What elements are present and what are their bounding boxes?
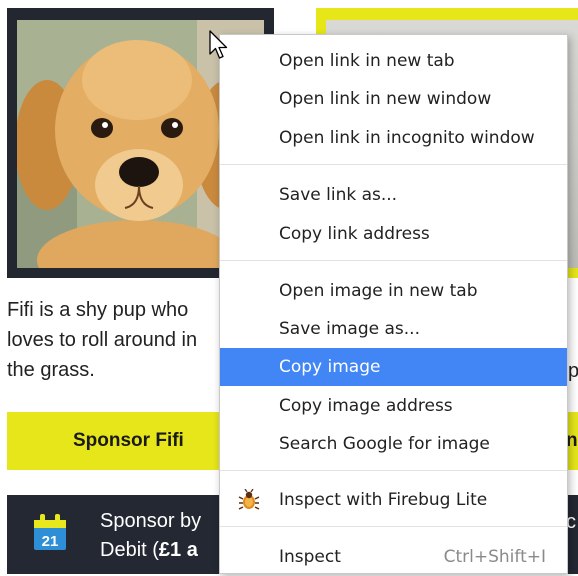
menu-item-label: Inspect: [279, 547, 341, 567]
menu-item-label: Open link in incognito window: [279, 128, 535, 148]
direct-debit-line-2-text: Debit (: [100, 539, 159, 561]
pet-description: Fifi is a shy pup who loves to roll arou…: [7, 299, 198, 381]
menu-search-google-image[interactable]: Search Google for image: [220, 425, 567, 463]
menu-open-link-new-window[interactable]: Open link in new window: [220, 80, 567, 118]
menu-item-label: Open link in new window: [279, 89, 492, 109]
menu-item-label: Search Google for image: [279, 434, 490, 454]
menu-item-label: Save link as...: [279, 185, 398, 205]
direct-debit-line-2: Debit (£1 a: [100, 536, 201, 565]
menu-inspect-firebug[interactable]: Inspect with Firebug Lite: [220, 481, 567, 519]
menu-copy-link-address[interactable]: Copy link address: [220, 215, 567, 253]
menu-shortcut: Ctrl+Shift+I: [443, 547, 546, 567]
menu-item-label: Open link in new tab: [279, 51, 455, 71]
menu-save-image-as[interactable]: Save image as...: [220, 310, 567, 348]
menu-item-label: Copy link address: [279, 224, 430, 244]
menu-save-link-as[interactable]: Save link as...: [220, 176, 567, 214]
menu-open-image-new-tab[interactable]: Open image in new tab: [220, 272, 567, 310]
menu-item-label: Save image as...: [279, 319, 420, 339]
pet-description-2: p: [568, 360, 578, 382]
menu-copy-image[interactable]: Copy image: [220, 348, 567, 386]
calendar-icon: 21: [33, 513, 67, 551]
menu-inspect[interactable]: Inspect Ctrl+Shift+I: [220, 538, 567, 576]
menu-copy-image-address[interactable]: Copy image address: [220, 387, 567, 425]
menu-item-label: Open image in new tab: [279, 281, 478, 301]
menu-separator: [220, 260, 567, 261]
direct-debit-amount: £1 a: [158, 539, 198, 561]
menu-item-label: Copy image: [279, 357, 381, 377]
mouse-cursor-icon: [209, 30, 231, 62]
menu-separator: [220, 470, 567, 471]
direct-debit-text: Sponsor by Debit (£1 a: [100, 507, 201, 565]
menu-separator: [220, 164, 567, 165]
menu-open-link-incognito[interactable]: Open link in incognito window: [220, 119, 567, 157]
firebug-icon: [238, 489, 260, 511]
sponsor-button-label: Sponsor Fifi: [73, 430, 184, 451]
menu-separator: [220, 526, 567, 527]
calendar-day: 21: [42, 533, 59, 550]
menu-item-label: Inspect with Firebug Lite: [279, 490, 488, 510]
direct-debit-line-1: Sponsor by: [100, 510, 202, 532]
menu-open-link-new-tab[interactable]: Open link in new tab: [220, 42, 567, 80]
context-menu: Open link in new tab Open link in new wi…: [219, 34, 568, 574]
menu-item-label: Copy image address: [279, 396, 453, 416]
